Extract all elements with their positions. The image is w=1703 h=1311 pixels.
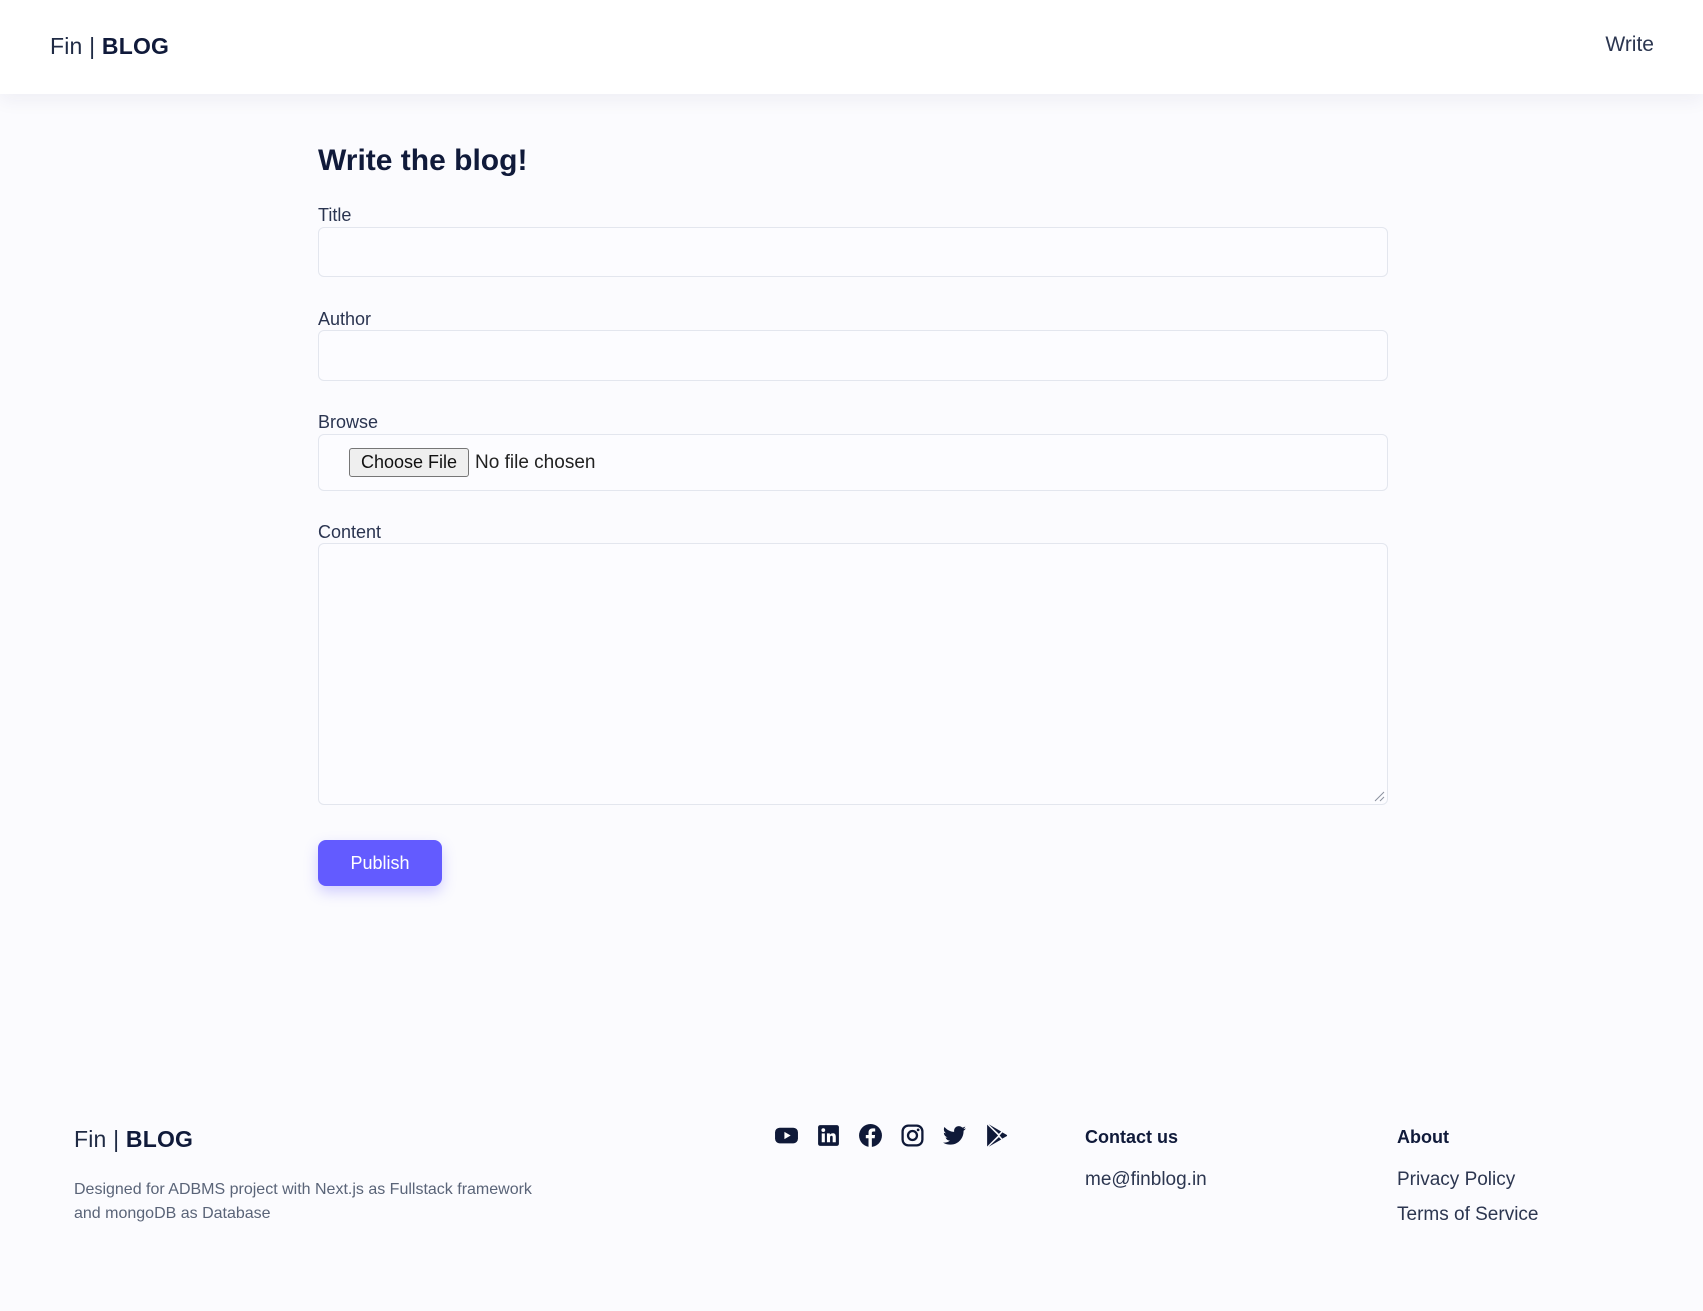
file-input: Choose File No file chosen (349, 448, 595, 477)
footer: Fin | BLOG Designed for ADBMS project wi… (0, 1100, 1703, 1311)
site-logo[interactable]: Fin | BLOG (50, 33, 169, 60)
logo-brand: BLOG (101, 33, 170, 59)
title-input-box (318, 227, 1388, 277)
author-input[interactable] (319, 331, 1387, 380)
youtube-icon[interactable] (774, 1123, 799, 1148)
author-label: Author (318, 309, 372, 329)
title-input[interactable] (319, 228, 1387, 276)
browse-field-group: Browse Choose File No file chosen (318, 411, 1388, 491)
privacy-policy-link[interactable]: Privacy Policy (1397, 1168, 1538, 1192)
nav-write-link[interactable]: Write (1605, 33, 1654, 57)
facebook-icon[interactable] (858, 1123, 883, 1148)
content-textarea[interactable] (319, 544, 1387, 804)
author-field-group: Author (318, 308, 1388, 381)
browse-label: Browse (318, 412, 379, 432)
linkedin-icon[interactable] (816, 1123, 841, 1148)
twitter-icon[interactable] (942, 1123, 967, 1148)
top-navbar: Fin | BLOG Write (0, 0, 1703, 94)
page-title: Write the blog! (318, 144, 528, 177)
file-status-text: No file chosen (475, 451, 596, 473)
write-blog-form: Write the blog! Title Author Browse Choo… (318, 140, 1388, 886)
logo-prefix: Fin | (50, 33, 102, 59)
content-label: Content (318, 522, 382, 542)
publish-button[interactable]: Publish (318, 840, 442, 886)
footer-logo[interactable]: Fin | BLOG (74, 1126, 193, 1153)
instagram-icon[interactable] (900, 1123, 925, 1148)
footer-logo-brand: BLOG (125, 1126, 194, 1152)
terms-of-service-link[interactable]: Terms of Service (1397, 1203, 1538, 1227)
title-label: Title (318, 205, 352, 225)
contact-heading: Contact us (1085, 1127, 1179, 1147)
resize-grip-icon[interactable] (1373, 790, 1385, 802)
contact-email-link[interactable]: me@finblog.in (1085, 1168, 1207, 1192)
contact-column: Contact us me@finblog.in (1085, 1126, 1207, 1203)
file-input-box: Choose File No file chosen (318, 434, 1388, 491)
social-links (774, 1123, 1009, 1148)
choose-file-button[interactable]: Choose File (349, 448, 470, 477)
content-field-group: Content (318, 521, 1388, 805)
content-textarea-box (318, 543, 1388, 805)
footer-description: Designed for ADBMS project with Next.js … (74, 1181, 532, 1222)
play-store-icon[interactable] (984, 1123, 1009, 1148)
author-input-box (318, 330, 1388, 381)
footer-logo-prefix: Fin | (74, 1126, 126, 1152)
title-field-group: Title (318, 204, 1388, 277)
about-heading: About (1397, 1127, 1449, 1147)
about-column: About Privacy Policy Terms of Service (1397, 1126, 1538, 1238)
